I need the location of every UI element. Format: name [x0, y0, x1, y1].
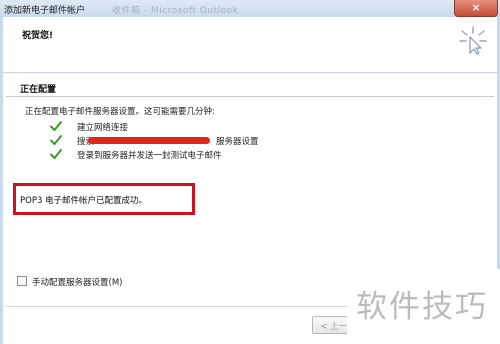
manual-config-checkbox[interactable]: [17, 276, 27, 286]
sparkle-cursor-icon: [459, 26, 487, 55]
window-titlebar: 添加新电子邮件帐户 收件箱 - Microsoft Outlook ×: [0, 0, 500, 17]
close-button[interactable]: ×: [454, 0, 498, 17]
window-title: 添加新电子邮件帐户: [4, 6, 86, 16]
manual-config-label: 手动配置服务器设置(M): [32, 278, 123, 288]
dialog-header: 祝贺您!: [3, 17, 497, 73]
success-message: POP3 电子邮件帐户已配置成功。: [20, 196, 148, 206]
step-label-suffix: 服务器设置: [216, 137, 259, 147]
check-icon: [50, 121, 62, 131]
check-icon: [50, 135, 62, 145]
check-icon: [50, 149, 62, 159]
header-title: 祝贺您!: [22, 31, 54, 41]
section-title: 正在配置: [20, 85, 57, 95]
step-label: 登录到服务器并发送一封测试电子邮件: [77, 151, 222, 161]
close-icon: ×: [471, 1, 481, 14]
window-ghost-title: 收件箱 - Microsoft Outlook: [112, 6, 239, 16]
redaction-mark: [88, 137, 210, 144]
config-intro-text: 正在配置电子邮件服务器设置。这可能需要几分钟:: [25, 107, 215, 117]
success-highlight-box: POP3 电子邮件帐户已配置成功。: [13, 183, 195, 215]
watermark-text: 软件技巧: [356, 289, 488, 325]
section-separator: [6, 96, 494, 97]
step-label: 建立网络连接: [77, 123, 129, 133]
